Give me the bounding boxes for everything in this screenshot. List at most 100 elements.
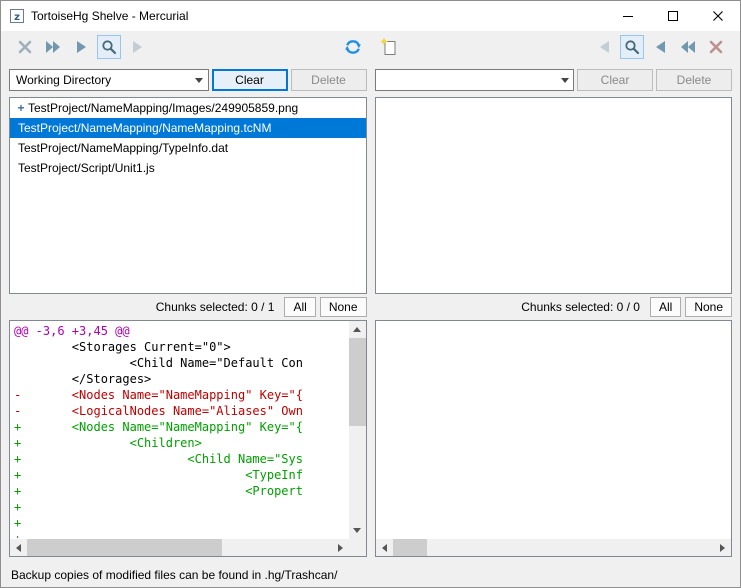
right-arrow-disabled-icon: [132, 41, 143, 53]
refresh-button[interactable]: [341, 35, 365, 59]
file-row[interactable]: + TestProject/NameMapping/Images/2499058…: [10, 98, 366, 118]
window-title: TortoiseHg Shelve - Mercurial: [31, 9, 605, 23]
chevron-down-icon: [191, 70, 208, 90]
maximize-icon: [668, 11, 678, 21]
combo-value: Working Directory: [16, 73, 191, 87]
diff-line: </Storages>: [14, 371, 348, 387]
refresh-icon: [343, 37, 363, 57]
diff-view-left[interactable]: @@ -3,6 +3,45 @@ <Storages Current="0"> …: [9, 320, 367, 557]
scroll-up-icon[interactable]: [349, 321, 366, 338]
scroll-right-icon[interactable]: [714, 539, 731, 556]
left-arrow-icon: [655, 41, 666, 53]
double-left-arrow-icon: [680, 41, 696, 53]
x-icon: [18, 40, 32, 54]
left-panel: Working Directory Clear Delete + TestPro…: [9, 69, 367, 557]
toolbar-right-group: [592, 35, 728, 59]
delete-button-right: Delete: [656, 69, 732, 91]
close-button[interactable]: [695, 2, 740, 31]
toolbar-left-group: [13, 35, 149, 59]
diff-line: <Child Name="Default Con: [14, 355, 348, 371]
maximize-button[interactable]: [650, 2, 695, 31]
scrollbar-thumb[interactable]: [393, 539, 427, 556]
diff-line: - <Nodes Name="NameMapping" Key="{: [14, 387, 348, 403]
diff-code-left: @@ -3,6 +3,45 @@ <Storages Current="0"> …: [14, 323, 348, 538]
file-row[interactable]: TestProject/NameMapping/NameMapping.tcNM: [10, 118, 366, 138]
scroll-down-icon[interactable]: [349, 522, 366, 539]
toolbar: [1, 31, 740, 63]
none-button-right[interactable]: None: [685, 297, 732, 317]
diff-line: + <Nodes Name="NameMapping" Key="{: [14, 419, 348, 435]
right-controls: Clear Delete: [375, 69, 733, 91]
new-file-icon: [379, 37, 399, 57]
shelf-selector-right[interactable]: [375, 69, 575, 91]
title-bar: z TortoiseHg Shelve - Mercurial: [1, 1, 740, 31]
move-file-left-button[interactable]: [648, 35, 672, 59]
move-chunks-left-button[interactable]: [592, 35, 616, 59]
diff-line: + <Child Name="Sys: [14, 451, 348, 467]
diff-code-right: [380, 323, 714, 538]
minimize-icon: [623, 16, 633, 17]
diff-view-right[interactable]: [375, 320, 733, 557]
chunks-bar-right: Chunks selected: 0 / 0 All None: [375, 296, 733, 318]
status-text: Backup copies of modified files can be f…: [11, 568, 337, 582]
scrollbar-thumb[interactable]: [27, 539, 222, 556]
magnifier-icon: [101, 39, 117, 55]
scroll-right-icon[interactable]: [332, 539, 349, 556]
diff-line: +: [14, 515, 348, 531]
none-button-left[interactable]: None: [320, 297, 367, 317]
file-status-add-icon: +: [14, 101, 28, 115]
scrollbar-thumb[interactable]: [349, 338, 366, 426]
diff-line: <Storages Current="0">: [14, 339, 348, 355]
magnifier-icon: [624, 39, 640, 55]
horizontal-scrollbar[interactable]: [376, 539, 732, 556]
move-file-right-button[interactable]: [69, 35, 93, 59]
close-icon: [713, 11, 723, 21]
delete-chunks-button[interactable]: [13, 35, 37, 59]
x-icon: [709, 40, 723, 54]
diff-line: + <Propert: [14, 483, 348, 499]
minimize-button[interactable]: [605, 2, 650, 31]
diff-line: @@ -3,6 +3,45 @@: [14, 323, 348, 339]
scroll-left-icon[interactable]: [10, 539, 27, 556]
shelve-window: z TortoiseHg Shelve - Mercurial: [0, 0, 741, 588]
scroll-left-icon[interactable]: [376, 539, 393, 556]
svg-text:z: z: [14, 12, 20, 23]
edit-file-left-button[interactable]: [97, 35, 121, 59]
content-area: Working Directory Clear Delete + TestPro…: [1, 63, 740, 563]
toolbar-center-group: [341, 35, 401, 59]
chunks-selected-label: Chunks selected: 0 / 1: [156, 300, 275, 314]
file-name: TestProject/Script/Unit1.js: [18, 161, 155, 175]
clear-button-left[interactable]: Clear: [212, 69, 288, 91]
vertical-scrollbar[interactable]: [349, 321, 366, 539]
file-name: TestProject/NameMapping/TypeInfo.dat: [18, 141, 228, 155]
all-button-left[interactable]: All: [284, 297, 315, 317]
move-all-right-button[interactable]: [41, 35, 65, 59]
file-name: TestProject/NameMapping/Images/249905859…: [28, 101, 298, 115]
chunks-selected-label: Chunks selected: 0 / 0: [521, 300, 640, 314]
edit-file-right-button[interactable]: [620, 35, 644, 59]
chevron-down-icon: [556, 70, 573, 90]
diff-line: - <LogicalNodes Name="Aliases" Own: [14, 403, 348, 419]
clear-button-right: Clear: [577, 69, 653, 91]
move-chunks-right-button[interactable]: [125, 35, 149, 59]
double-right-arrow-icon: [45, 41, 61, 53]
all-button-right[interactable]: All: [650, 297, 681, 317]
scrollbar-corner: [349, 539, 366, 556]
horizontal-scrollbar[interactable]: [10, 539, 349, 556]
app-icon: z: [9, 8, 25, 24]
right-arrow-icon: [76, 41, 87, 53]
file-list-left[interactable]: + TestProject/NameMapping/Images/2499058…: [9, 97, 367, 294]
file-row[interactable]: TestProject/NameMapping/TypeInfo.dat: [10, 138, 366, 158]
diff-line: +: [14, 499, 348, 515]
delete-right-button[interactable]: [704, 35, 728, 59]
right-panel: Clear Delete Chunks selected: 0 / 0 All …: [375, 69, 733, 557]
file-row[interactable]: TestProject/Script/Unit1.js: [10, 158, 366, 178]
move-all-left-button[interactable]: [676, 35, 700, 59]
new-shelf-button[interactable]: [377, 35, 401, 59]
status-bar: Backup copies of modified files can be f…: [1, 563, 740, 587]
file-list-right[interactable]: [375, 97, 733, 294]
left-arrow-disabled-icon: [599, 41, 610, 53]
left-controls: Working Directory Clear Delete: [9, 69, 367, 91]
shelf-selector-left[interactable]: Working Directory: [9, 69, 209, 91]
chunks-bar-left: Chunks selected: 0 / 1 All None: [9, 296, 367, 318]
